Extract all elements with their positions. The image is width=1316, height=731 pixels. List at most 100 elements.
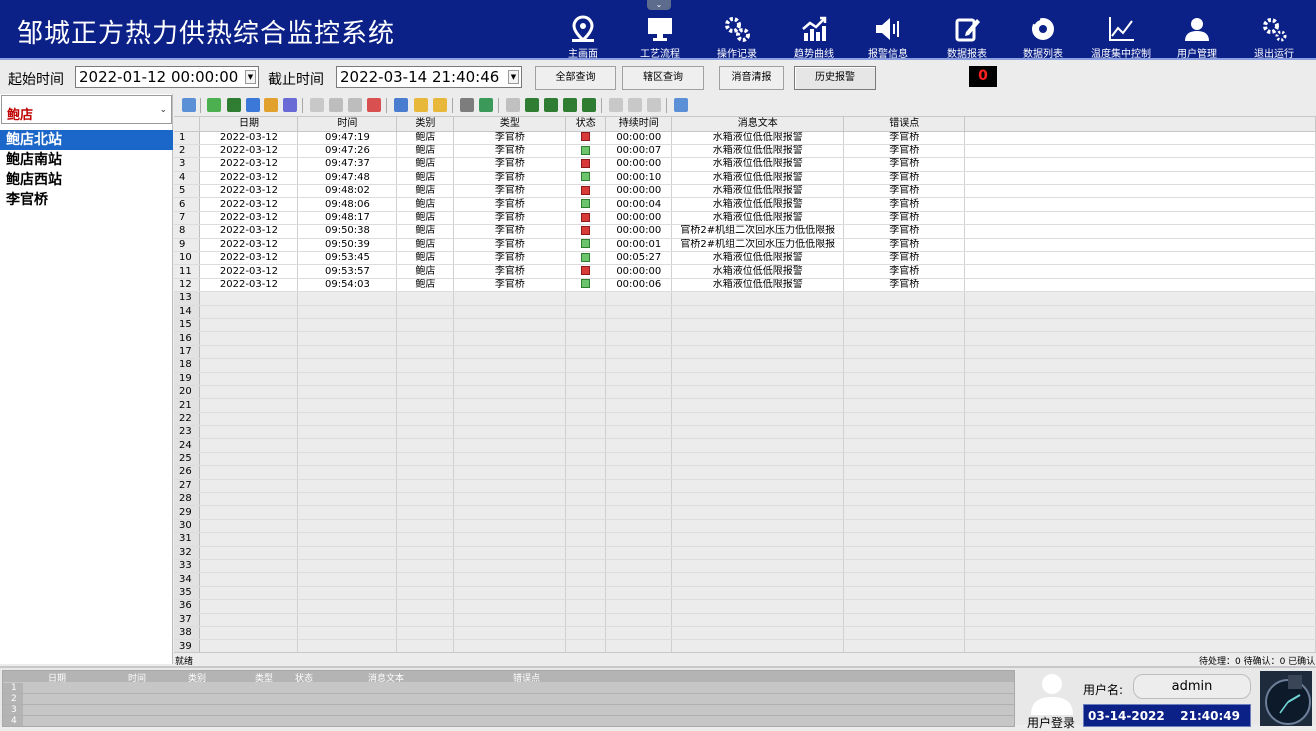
column-header[interactable]: 类别 <box>396 117 455 132</box>
column-header[interactable]: 时间 <box>297 117 398 132</box>
dropdown-arrow-icon[interactable]: ▼ <box>245 70 256 84</box>
empty-cell <box>453 519 567 534</box>
prev-page-icon[interactable] <box>544 98 558 112</box>
refresh-icon[interactable] <box>207 98 221 112</box>
column-header[interactable]: 消息文本 <box>671 117 845 132</box>
empty-cell <box>964 318 1316 333</box>
station-item[interactable]: 鲍店南站 <box>0 150 173 170</box>
empty-cell <box>565 532 607 547</box>
nav-main-screen[interactable]: 主画面 <box>547 0 619 60</box>
copy-icon[interactable] <box>329 98 343 112</box>
alarm-active-icon <box>581 132 591 142</box>
filler-cell <box>964 251 1316 266</box>
save-icon[interactable] <box>182 98 196 112</box>
nav-alarm-info[interactable]: 报警信息 <box>852 0 924 60</box>
column-header[interactable]: 持续时间 <box>605 117 673 132</box>
query-area-button[interactable]: 辖区查询 <box>622 66 704 90</box>
date-cell: 2022-03-12 <box>199 197 299 212</box>
last-page-icon[interactable] <box>582 98 596 112</box>
nav-exit-run[interactable]: 退出运行 <box>1238 0 1310 60</box>
nav-label: 温度集中控制 <box>1091 49 1151 60</box>
nav-user-management[interactable]: 用户管理 <box>1161 0 1233 60</box>
edit-icon[interactable] <box>628 98 642 112</box>
nav-operation-log[interactable]: 操作记录 <box>701 0 773 60</box>
point-cell: 李官桥 <box>843 171 966 186</box>
empty-cell <box>396 372 455 386</box>
export-icon[interactable] <box>227 98 241 112</box>
table-row[interactable]: 2 2022-03-12 09:47:26 鲍店 李官桥 00:00:07 水箱液位低低限报… <box>174 144 1316 159</box>
msg-cell: 水箱液位低低限报警 <box>671 144 845 159</box>
empty-cell <box>565 425 607 440</box>
columns-icon[interactable] <box>283 98 297 112</box>
lock-icon[interactable] <box>647 98 661 112</box>
table-row[interactable]: 4 2022-03-12 09:47:48 鲍店 李官桥 00:00:10 水箱液位低低限报… <box>174 171 1316 186</box>
empty-cell <box>605 572 673 587</box>
empty-cell <box>671 345 845 360</box>
table-row[interactable]: 9 2022-03-12 09:50:39 鲍店 李官桥 00:00:01 官桥2#机组二次… <box>174 238 1316 253</box>
column-header[interactable]: 日期 <box>199 117 299 132</box>
area-select[interactable]: 鲍店 ⌄ <box>1 95 172 124</box>
move-icon[interactable] <box>506 98 520 112</box>
help-icon[interactable] <box>674 98 688 112</box>
up-icon[interactable] <box>394 98 408 112</box>
open-icon[interactable] <box>433 98 447 112</box>
table-row[interactable]: 1 2022-03-12 09:47:19 鲍店 李官桥 00:00:00 水箱液位低低限报… <box>174 131 1316 145</box>
table-row[interactable]: 12 2022-03-12 09:54:03 鲍店 李官桥 00:00:06 水箱液位低低限… <box>174 278 1316 293</box>
nav-label: 工艺流程 <box>640 49 680 60</box>
table-row[interactable]: 7 2022-03-12 09:48:17 鲍店 李官桥 00:00:00 水箱液位低低限报… <box>174 211 1316 226</box>
empty-cell <box>396 559 455 574</box>
station-item[interactable]: 鲍店北站 <box>0 130 173 150</box>
print-preview-icon[interactable] <box>479 98 493 112</box>
nav-process-flow[interactable]: 工艺流程 <box>624 0 696 60</box>
sort-icon[interactable] <box>264 98 278 112</box>
table-row[interactable]: 11 2022-03-12 09:53:57 鲍店 李官桥 00:00:00 水箱液位低低限… <box>174 264 1316 279</box>
empty-cell <box>671 465 845 480</box>
start-time-picker[interactable]: 2022-01-12 00:00:00 ▼ <box>75 66 259 88</box>
type-cell: 李官桥 <box>453 197 567 212</box>
column-header[interactable]: 状态 <box>565 117 607 132</box>
folder-icon[interactable] <box>414 98 428 112</box>
query-all-button[interactable]: 全部查询 <box>535 66 616 90</box>
empty-cell <box>671 425 845 440</box>
table-row[interactable]: 10 2022-03-12 09:53:45 鲍店 李官桥 00:05:27 水箱液位低低限… <box>174 251 1316 266</box>
silence-clear-button[interactable]: 消音清报 <box>719 66 784 90</box>
dropdown-arrow-icon[interactable]: ▼ <box>508 70 519 84</box>
empty-cell <box>843 505 966 520</box>
first-page-icon[interactable] <box>525 98 539 112</box>
station-item[interactable]: 鲍店西站 <box>0 170 173 190</box>
table-row[interactable]: 3 2022-03-12 09:47:37 鲍店 李官桥 00:00:00 水箱液位低低限报… <box>174 157 1316 172</box>
table-row[interactable]: 8 2022-03-12 09:50:38 鲍店 李官桥 00:00:00 官桥2#机组二次… <box>174 224 1316 239</box>
paste-icon[interactable] <box>348 98 362 112</box>
print-icon[interactable] <box>460 98 474 112</box>
table-row[interactable]: 5 2022-03-12 09:48:02 鲍店 李官桥 00:00:00 水箱液位低低限报… <box>174 184 1316 199</box>
username-field[interactable]: admin <box>1133 674 1251 699</box>
station-item[interactable]: 李官桥 <box>0 190 173 210</box>
cat-cell: 鲍店 <box>396 144 455 159</box>
nav-data-report[interactable]: 数据报表 <box>931 0 1003 60</box>
history-alarm-button[interactable]: 历史报警 <box>794 66 876 90</box>
empty-cell <box>671 586 845 601</box>
nav-data-list[interactable]: 数据列表 <box>1007 0 1079 60</box>
empty-cell <box>453 505 567 520</box>
column-header[interactable]: 类型 <box>453 117 567 132</box>
status-cell <box>565 251 607 266</box>
empty-cell <box>843 305 966 319</box>
user-avatar-icon[interactable] <box>1028 671 1076 715</box>
filter-icon[interactable] <box>246 98 260 112</box>
row-number: 12 <box>174 278 201 293</box>
next-page-icon[interactable] <box>563 98 577 112</box>
nav-temperature-control[interactable]: 温度集中控制 <box>1085 0 1157 60</box>
row-number: 19 <box>174 372 201 386</box>
table-row[interactable]: 6 2022-03-12 09:48:06 鲍店 李官桥 00:00:04 水箱液位低低限报… <box>174 197 1316 212</box>
nav-trend-curves[interactable]: 趋势曲线 <box>778 0 850 60</box>
clipboard-icon[interactable] <box>609 98 623 112</box>
cut-icon[interactable] <box>310 98 324 112</box>
empty-cell <box>605 358 673 373</box>
user-login-label[interactable]: 用户登录 <box>1027 714 1075 731</box>
alarm-active-icon <box>581 266 591 276</box>
delete-icon[interactable] <box>367 98 381 112</box>
end-time-picker[interactable]: 2022-03-14 21:40:46 ▼ <box>336 66 522 88</box>
column-header[interactable]: 错误点 <box>843 117 966 132</box>
msg-cell: 水箱液位低低限报警 <box>671 171 845 186</box>
empty-cell <box>199 331 299 346</box>
